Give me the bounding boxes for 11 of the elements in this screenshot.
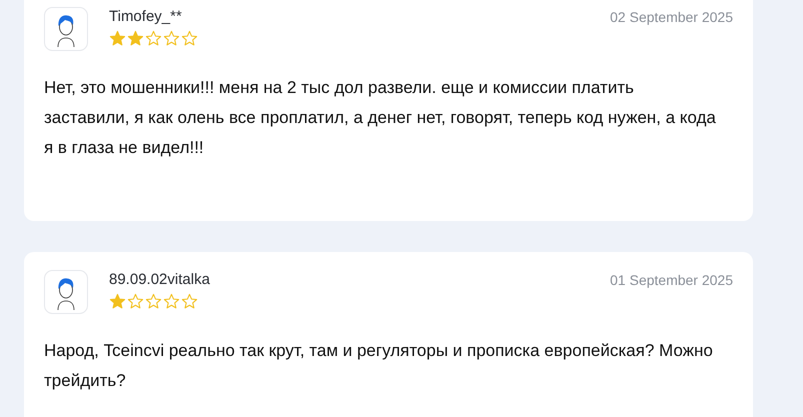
filled-star-icon [127, 30, 144, 47]
review-date: 01 September 2025 [610, 272, 733, 288]
review-text: Народ, Tceincvi реально так крут, там и регуляторы и прописка европейская? Можно трейдить? [44, 340, 714, 392]
review-text: Нет, это мошенники!!! меня на 2 тыс дол развели. еще и комиссии платить заставили, я как олень все проплатил, а денег нет, говорят, теперь код нужен, а кода я в глаза не видел!!! [44, 77, 717, 159]
avatar-icon [44, 7, 88, 51]
author-name: 89.09.02vitalka [109, 271, 210, 289]
author-name: Timofey_** [109, 8, 183, 26]
filled-star-icon [109, 30, 126, 47]
avatar-icon [44, 270, 88, 314]
filled-star-icon [109, 293, 126, 310]
review-date: 02 September 2025 [610, 9, 733, 25]
